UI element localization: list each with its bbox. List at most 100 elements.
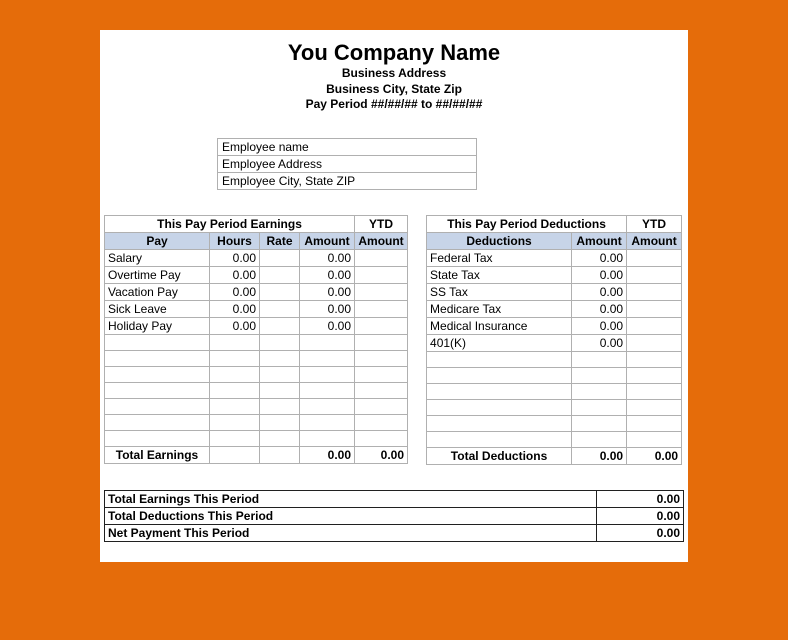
earnings-row-ytd [355, 249, 408, 266]
earnings-row-rate [260, 283, 300, 300]
deductions-row-amount: 0.00 [572, 334, 627, 351]
deductions-col-amount: Amount [572, 232, 627, 249]
deductions-row: State Tax0.00 [427, 266, 682, 283]
earnings-row-ytd [355, 317, 408, 334]
earnings-col-hours: Hours [210, 232, 260, 249]
earnings-row-label: Sick Leave [105, 300, 210, 317]
earnings-row-label: Salary [105, 249, 210, 266]
deductions-section-title: This Pay Period Deductions [427, 215, 627, 232]
earnings-row-amount: 0.00 [300, 317, 355, 334]
earnings-col-rate: Rate [260, 232, 300, 249]
deductions-row-label: Medical Insurance [427, 317, 572, 334]
paystub-sheet: You Company Name Business Address Busine… [100, 30, 688, 562]
earnings-blank-row [105, 430, 408, 446]
earnings-row-hours: 0.00 [210, 283, 260, 300]
earnings-ytd-label: YTD [355, 215, 408, 232]
earnings-row-amount: 0.00 [300, 249, 355, 266]
employee-city-state-zip: Employee City, State ZIP [218, 172, 476, 190]
earnings-col-pay: Pay [105, 232, 210, 249]
earnings-row-ytd [355, 300, 408, 317]
earnings-row: Vacation Pay0.000.00 [105, 283, 408, 300]
earnings-row: Sick Leave0.000.00 [105, 300, 408, 317]
earnings-blank-row [105, 398, 408, 414]
deductions-blank-row [427, 399, 682, 415]
deductions-col-ytd-amount: Amount [627, 232, 682, 249]
earnings-total-ytd: 0.00 [355, 446, 408, 463]
deductions-row-amount: 0.00 [572, 249, 627, 266]
deductions-row-ytd [627, 283, 682, 300]
earnings-blank-row [105, 350, 408, 366]
earnings-row-rate [260, 249, 300, 266]
business-address: Business Address [102, 66, 686, 82]
deductions-blank-row [427, 431, 682, 447]
summary-total-earnings-value: 0.00 [597, 490, 684, 507]
earnings-row-rate [260, 300, 300, 317]
earnings-row: Holiday Pay0.000.00 [105, 317, 408, 334]
earnings-row-label: Overtime Pay [105, 266, 210, 283]
deductions-row-label: SS Tax [427, 283, 572, 300]
summary-net-payment-label: Net Payment This Period [105, 524, 597, 541]
earnings-row-rate [260, 266, 300, 283]
deductions-blank-row [427, 415, 682, 431]
deductions-col-ded: Deductions [427, 232, 572, 249]
deductions-blank-row [427, 351, 682, 367]
earnings-row: Overtime Pay0.000.00 [105, 266, 408, 283]
earnings-row-rate [260, 317, 300, 334]
deductions-row-label: 401(K) [427, 334, 572, 351]
earnings-row-hours: 0.00 [210, 249, 260, 266]
deductions-ytd-label: YTD [627, 215, 682, 232]
deductions-blank-row [427, 383, 682, 399]
earnings-total-rate [260, 446, 300, 463]
earnings-total-amount: 0.00 [300, 446, 355, 463]
summary-block: Total Earnings This Period 0.00 Total De… [102, 490, 686, 542]
deductions-row-ytd [627, 266, 682, 283]
earnings-table: This Pay Period Earnings YTD Pay Hours R… [104, 215, 408, 464]
deductions-row-label: Medicare Tax [427, 300, 572, 317]
earnings-row-amount: 0.00 [300, 266, 355, 283]
earnings-blank-row [105, 366, 408, 382]
earnings-total-hours [210, 446, 260, 463]
deductions-row-amount: 0.00 [572, 317, 627, 334]
pay-period: Pay Period ##/##/## to ##/##/## [102, 97, 686, 113]
employee-block: Employee name Employee Address Employee … [217, 138, 477, 190]
company-title: You Company Name [102, 40, 686, 66]
deductions-total-amount: 0.00 [572, 447, 627, 464]
earnings-row-amount: 0.00 [300, 283, 355, 300]
earnings-row-hours: 0.00 [210, 317, 260, 334]
deductions-row: Medical Insurance0.00 [427, 317, 682, 334]
earnings-blank-row [105, 414, 408, 430]
deductions-row-ytd [627, 317, 682, 334]
deductions-row: SS Tax0.00 [427, 283, 682, 300]
earnings-blank-row [105, 334, 408, 350]
earnings-row-label: Vacation Pay [105, 283, 210, 300]
earnings-blank-row [105, 382, 408, 398]
deductions-row-ytd [627, 300, 682, 317]
earnings-col-ytd-amount: Amount [355, 232, 408, 249]
summary-net-payment-value: 0.00 [597, 524, 684, 541]
business-city-state-zip: Business City, State Zip [102, 82, 686, 98]
summary-total-deductions-label: Total Deductions This Period [105, 507, 597, 524]
deductions-row-amount: 0.00 [572, 300, 627, 317]
deductions-total-ytd: 0.00 [627, 447, 682, 464]
earnings-row-amount: 0.00 [300, 300, 355, 317]
earnings-section-title: This Pay Period Earnings [105, 215, 355, 232]
deductions-row: Federal Tax0.00 [427, 249, 682, 266]
deductions-blank-row [427, 367, 682, 383]
earnings-row-ytd [355, 283, 408, 300]
deductions-row-ytd [627, 334, 682, 351]
deductions-row: 401(K)0.00 [427, 334, 682, 351]
deductions-row-amount: 0.00 [572, 283, 627, 300]
deductions-row-label: State Tax [427, 266, 572, 283]
earnings-row-label: Holiday Pay [105, 317, 210, 334]
earnings-col-amount: Amount [300, 232, 355, 249]
earnings-row: Salary0.000.00 [105, 249, 408, 266]
employee-name: Employee name [218, 138, 476, 155]
deductions-row: Medicare Tax0.00 [427, 300, 682, 317]
summary-total-earnings-label: Total Earnings This Period [105, 490, 597, 507]
earnings-row-hours: 0.00 [210, 300, 260, 317]
earnings-row-ytd [355, 266, 408, 283]
earnings-row-hours: 0.00 [210, 266, 260, 283]
deductions-total-label: Total Deductions [427, 447, 572, 464]
deductions-row-ytd [627, 249, 682, 266]
earnings-total-label: Total Earnings [105, 446, 210, 463]
